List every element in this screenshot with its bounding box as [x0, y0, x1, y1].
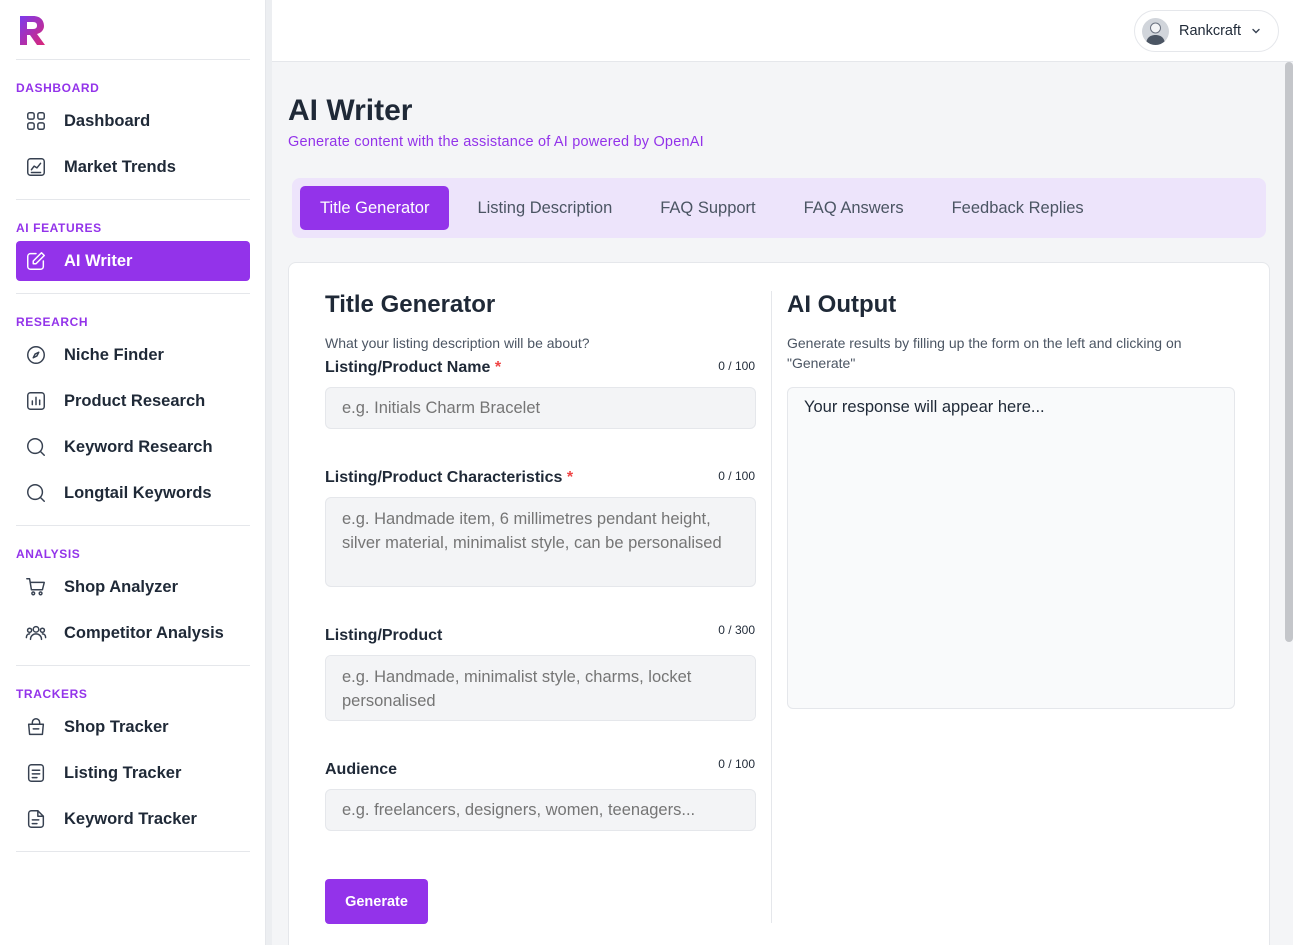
section-title: TRACKERS	[16, 687, 88, 701]
product-characteristics-input[interactable]	[325, 497, 756, 587]
required-marker: *	[494, 359, 502, 376]
doc-icon	[24, 807, 48, 831]
field-product-characteristics: Listing/Product Characteristics * 0 / 10…	[325, 469, 756, 587]
tab-title-generator[interactable]: Title Generator	[300, 186, 450, 230]
search-icon	[24, 435, 48, 459]
char-counter: 0 / 100	[718, 757, 755, 771]
char-counter: 0 / 100	[718, 359, 755, 373]
sidebar-item-shop-tracker[interactable]: Shop Tracker	[16, 707, 250, 747]
field-label: Listing/Product Characteristics *	[325, 469, 574, 486]
section-research: RESEARCH Niche Finder Product Research K…	[16, 314, 250, 525]
sidebar-item-dashboard[interactable]: Dashboard	[16, 101, 250, 141]
page-subtitle: Generate content with the assistance of …	[288, 134, 704, 150]
section-trackers: TRACKERS Shop Tracker Listing Tracker Ke…	[16, 686, 250, 851]
column-divider	[771, 291, 772, 923]
required-marker: *	[566, 469, 574, 486]
field-listing-product: Listing/Product 0 / 300	[325, 623, 756, 721]
field-label: Audience	[325, 761, 398, 778]
title-generator-form: Title Generator What your listing descri…	[325, 291, 756, 831]
sidebar-item-longtail-keywords[interactable]: Longtail Keywords	[16, 473, 250, 513]
section-title: DASHBOARD	[16, 81, 100, 95]
list-icon	[24, 761, 48, 785]
users-icon	[24, 621, 48, 645]
topbar: Rankcraft	[272, 0, 1293, 62]
generate-button[interactable]: Generate	[325, 879, 428, 924]
sidebar-item-competitor-analysis[interactable]: Competitor Analysis	[16, 613, 250, 653]
sidebar-item-label: Dashboard	[64, 111, 151, 130]
sidebar-item-niche-finder[interactable]: Niche Finder	[16, 335, 250, 375]
sidebar-item-listing-tracker[interactable]: Listing Tracker	[16, 753, 250, 793]
sidebar-item-keyword-tracker[interactable]: Keyword Tracker	[16, 799, 250, 839]
tab-feedback-replies[interactable]: Feedback Replies	[932, 186, 1104, 230]
page-title: AI Writer	[288, 94, 413, 127]
sidebar-scrollbar[interactable]	[266, 0, 272, 945]
output-heading: AI Output	[787, 291, 897, 318]
section-analysis: ANALYSIS Shop Analyzer Competitor Analys…	[16, 546, 250, 665]
writer-tabs: Title Generator Listing Description FAQ …	[292, 178, 1266, 238]
sidebar-item-label: Keyword Research	[64, 437, 213, 456]
section-dashboard: DASHBOARD Dashboard Market Trends	[16, 80, 250, 199]
tab-faq-support[interactable]: FAQ Support	[640, 186, 775, 230]
field-product-name: Listing/Product Name * 0 / 100	[325, 359, 756, 429]
field-audience: Audience 0 / 100	[325, 757, 756, 831]
user-name: Rankcraft	[1179, 23, 1242, 39]
edit-icon	[24, 249, 48, 273]
sidebar-item-label: Product Research	[64, 391, 206, 410]
output-hint: Generate results by filling up the form …	[787, 335, 1182, 371]
search-icon	[24, 481, 48, 505]
sidebar-item-ai-writer[interactable]: AI Writer	[16, 241, 250, 281]
avatar	[1142, 17, 1169, 45]
char-counter: 0 / 300	[718, 623, 755, 637]
bag-icon	[24, 715, 48, 739]
ai-output-panel: AI Output Generate results by filling up…	[787, 291, 1235, 373]
sidebar-item-keyword-research[interactable]: Keyword Research	[16, 427, 250, 467]
compass-icon	[24, 343, 48, 367]
sidebar-item-label: Listing Tracker	[64, 763, 182, 782]
sidebar-item-shop-analyzer[interactable]: Shop Analyzer	[16, 567, 250, 607]
field-label: Listing/Product	[325, 627, 443, 644]
sidebar-item-product-research[interactable]: Product Research	[16, 381, 250, 421]
char-counter: 0 / 100	[718, 469, 755, 483]
trend-chart-icon	[24, 155, 48, 179]
sidebar-item-label: Niche Finder	[64, 345, 164, 364]
sidebar-item-label: Longtail Keywords	[64, 483, 212, 502]
sidebar: DASHBOARD Dashboard Market Trends AI FEA…	[0, 0, 266, 945]
sidebar-item-label: AI Writer	[64, 251, 133, 270]
audience-input[interactable]	[325, 789, 756, 831]
chevron-down-icon	[1252, 28, 1260, 34]
sidebar-item-label: Shop Tracker	[64, 717, 169, 736]
generator-card: Title Generator What your listing descri…	[288, 262, 1270, 945]
section-title: RESEARCH	[16, 315, 89, 329]
listing-product-input[interactable]	[325, 655, 756, 721]
ai-output-box[interactable]: Your response will appear here...	[787, 387, 1235, 709]
grid-icon	[24, 109, 48, 133]
form-heading: Title Generator	[325, 291, 496, 318]
cart-icon	[24, 575, 48, 599]
sidebar-nav: DASHBOARD Dashboard Market Trends AI FEA…	[16, 59, 250, 852]
sidebar-item-label: Competitor Analysis	[64, 623, 224, 642]
main-scrollbar[interactable]	[1285, 62, 1293, 642]
rankcraft-logo[interactable]	[18, 14, 46, 46]
form-hint: What your listing description will be ab…	[325, 335, 590, 351]
sidebar-item-label: Keyword Tracker	[64, 809, 197, 828]
tab-faq-answers[interactable]: FAQ Answers	[784, 186, 924, 230]
section-title: ANALYSIS	[16, 547, 81, 561]
sidebar-item-label: Shop Analyzer	[64, 577, 178, 596]
user-menu-button[interactable]: Rankcraft	[1134, 10, 1279, 52]
product-name-input[interactable]	[325, 387, 756, 429]
field-label: Listing/Product Name *	[325, 359, 502, 376]
sidebar-item-label: Market Trends	[64, 157, 176, 176]
bar-chart-icon	[24, 389, 48, 413]
sidebar-item-market-trends[interactable]: Market Trends	[16, 147, 250, 187]
section-ai-features: AI FEATURES AI Writer	[16, 220, 250, 293]
section-title: AI FEATURES	[16, 221, 102, 235]
tab-listing-description[interactable]: Listing Description	[457, 186, 632, 230]
